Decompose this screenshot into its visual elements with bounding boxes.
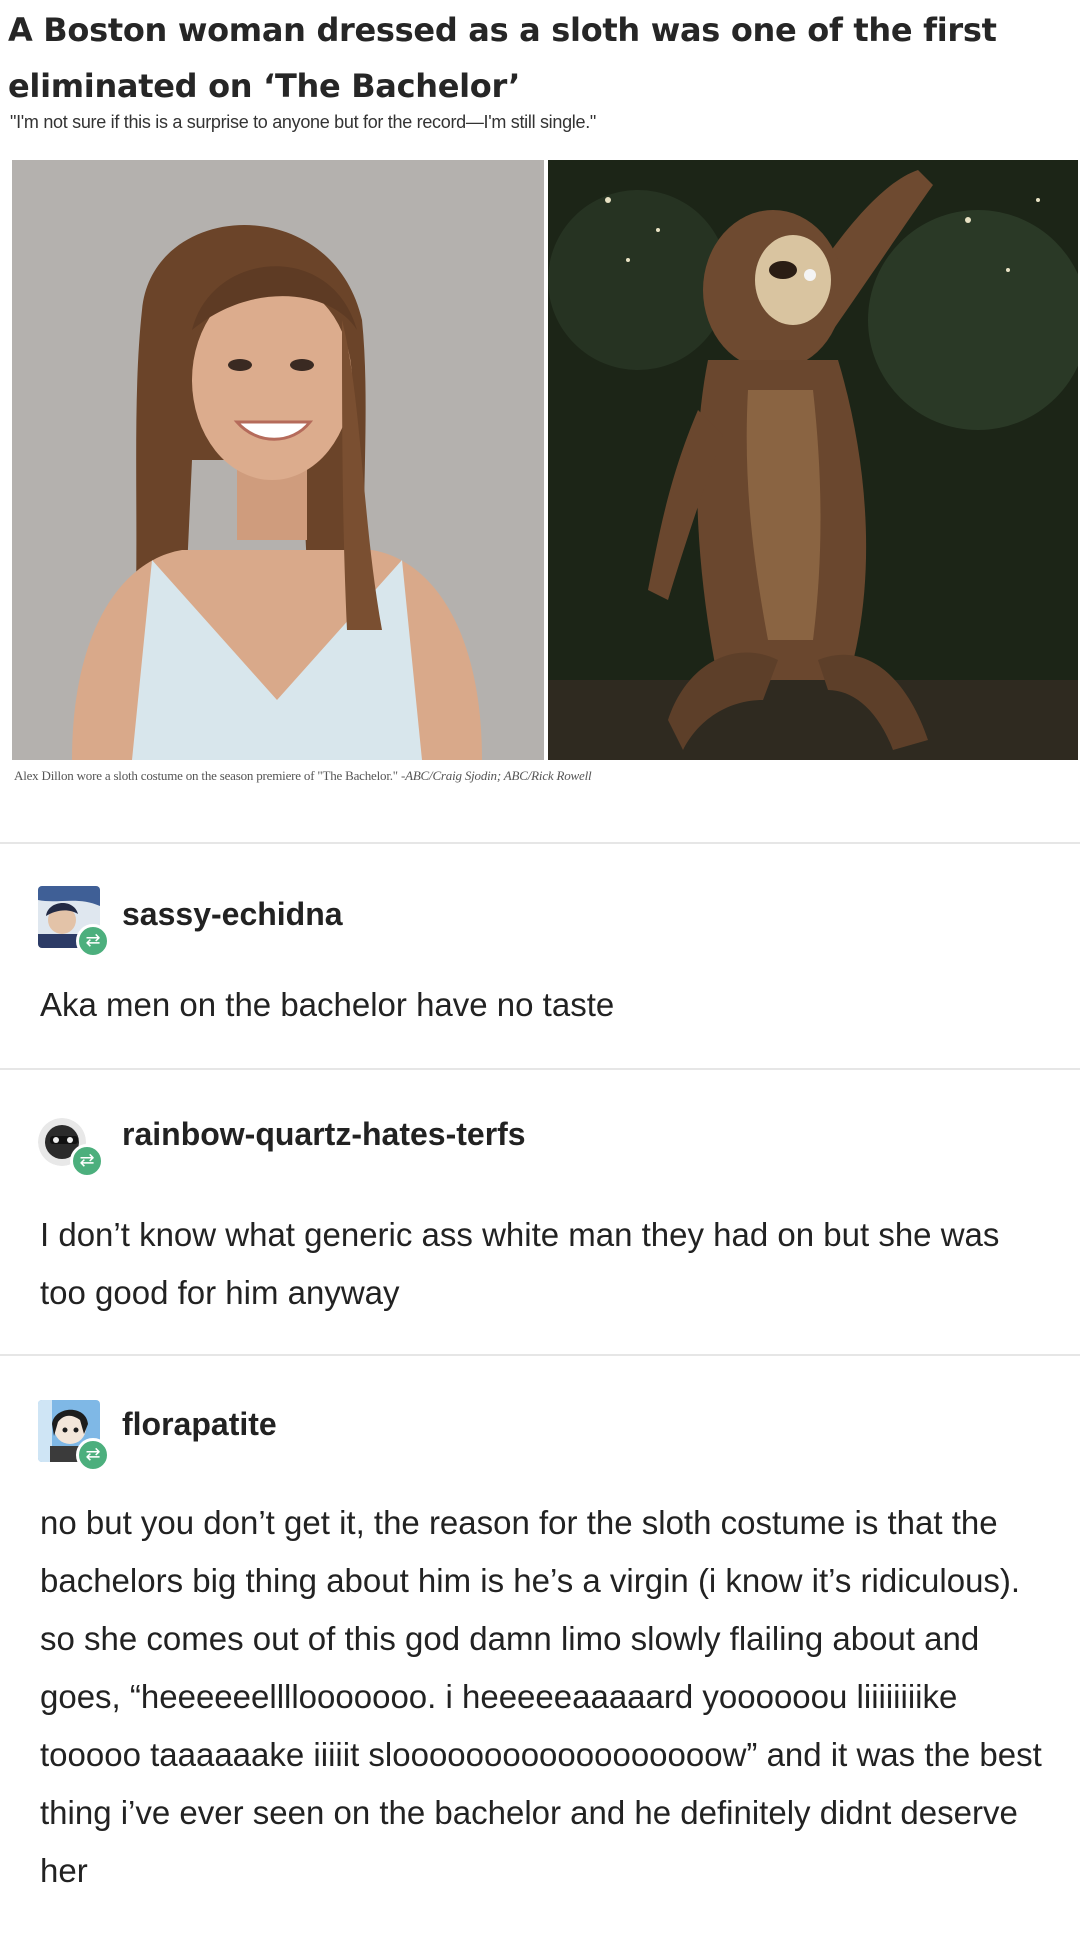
reblog-icon: ⇄ xyxy=(76,924,110,958)
sloth-costume-photo xyxy=(548,160,1078,760)
news-article: A Boston woman dressed as a sloth was on… xyxy=(0,0,1080,842)
caption-credit: ABC/Craig Sjodin; ABC/Rick Rowell xyxy=(405,768,592,783)
avatar-container[interactable]: ⇄ xyxy=(38,1400,110,1472)
reblog-post-2: ⇄ rainbow-quartz-hates-terfs I don’t kno… xyxy=(0,1096,1080,1336)
article-subhead-quote: "I'm not sure if this is a surprise to a… xyxy=(10,112,597,132)
post-body: I don’t know what generic ass white man … xyxy=(40,1216,1000,1311)
post-divider xyxy=(0,1354,1080,1356)
post-username[interactable]: florapatite xyxy=(122,1406,277,1443)
reblog-icon: ⇄ xyxy=(76,1438,110,1472)
caption-text: Alex Dillon wore a sloth costume on the … xyxy=(14,768,406,783)
reblog-icon: ⇄ xyxy=(70,1144,104,1178)
avatar-container[interactable]: ⇄ xyxy=(38,1112,104,1178)
post-divider xyxy=(0,1068,1080,1070)
post-username[interactable]: sassy-echidna xyxy=(122,896,343,933)
reblog-post-1: ⇄ sassy-echidna Aka men on the bachelor … xyxy=(0,870,1080,1066)
post-body: Aka men on the bachelor have no taste xyxy=(40,986,615,1023)
reblog-post-3: ⇄ florapatite no but you don’t get it, t… xyxy=(0,1380,1080,1944)
post-username[interactable]: rainbow-quartz-hates-terfs xyxy=(122,1116,526,1153)
woman-portrait-photo xyxy=(12,160,544,760)
article-headline: A Boston woman dressed as a sloth was on… xyxy=(8,11,997,105)
photo-caption: Alex Dillon wore a sloth costume on the … xyxy=(14,768,592,784)
avatar-container[interactable]: ⇄ xyxy=(38,886,110,958)
article-photos xyxy=(12,160,1078,760)
post-body: no but you don’t get it, the reason for … xyxy=(40,1504,1042,1889)
post-divider xyxy=(0,842,1080,844)
